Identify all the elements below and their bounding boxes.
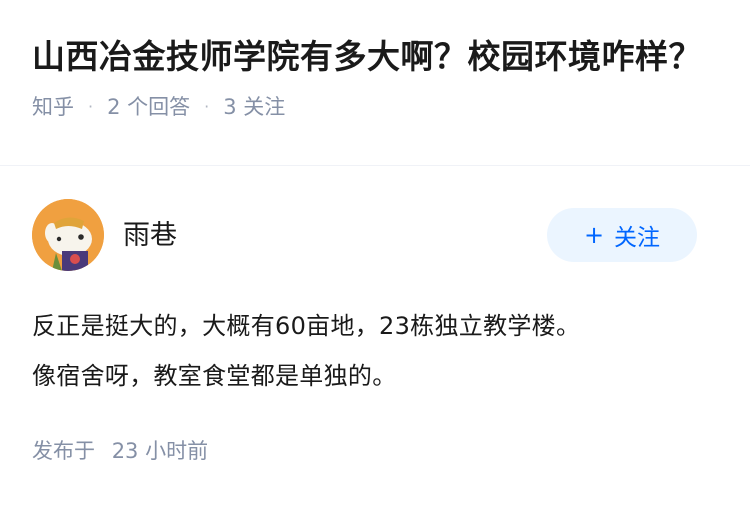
question-header: 山西冶金技师学院有多大啊？校园环境咋样？ 知乎 · 2 个回答 · 3 关注	[0, 0, 750, 165]
separator-dot: ·	[88, 97, 94, 116]
follower-count[interactable]: 3 关注	[223, 93, 285, 121]
answer-content: 反正是挺大的，大概有60亩地，23栋独立教学楼。 像宿舍呀，教室食堂都是单独的。	[32, 301, 718, 401]
separator-dot: ·	[204, 97, 210, 116]
plus-icon: +	[583, 221, 605, 249]
avatar[interactable]	[32, 199, 104, 271]
follow-button-label: 关注	[614, 225, 661, 251]
published-label: 发布于	[32, 439, 95, 463]
author-name[interactable]: 雨巷	[123, 213, 177, 252]
answer-count[interactable]: 2 个回答	[107, 93, 190, 121]
answer-paragraph: 像宿舍呀，教室食堂都是单独的。	[32, 362, 397, 390]
answer-footer: 发布于 23 小时前	[32, 435, 718, 465]
follow-button[interactable]: + 关注	[547, 208, 697, 262]
question-title[interactable]: 山西冶金技师学院有多大啊？校园环境咋样？	[32, 34, 718, 80]
avatar-image	[32, 199, 104, 271]
source-label[interactable]: 知乎	[32, 93, 74, 121]
answer-card: 雨巷 + 关注 反正是挺大的，大概有60亩地，23栋独立教学楼。 像宿舍呀，教室…	[0, 166, 750, 465]
question-meta: 知乎 · 2 个回答 · 3 关注	[32, 93, 718, 121]
answer-paragraph: 反正是挺大的，大概有60亩地，23栋独立教学楼。	[32, 312, 581, 340]
published-time: 23 小时前	[111, 439, 209, 463]
